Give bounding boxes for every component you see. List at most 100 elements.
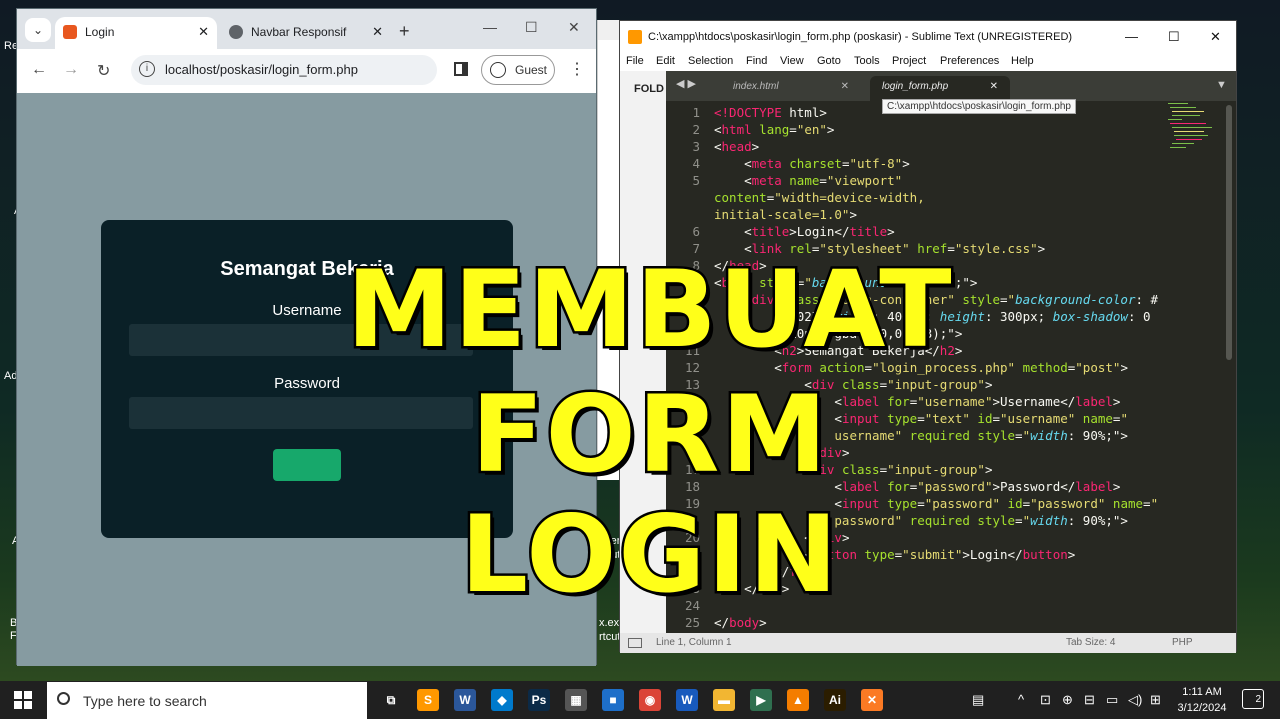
tab-login[interactable]: Login ✕ — [55, 17, 217, 49]
menu-goto[interactable]: Goto — [817, 55, 841, 67]
close-window-button[interactable]: ✕ — [1210, 29, 1221, 45]
code-line[interactable]: <meta name="viewport" — [714, 173, 902, 190]
line-number: 1 — [692, 105, 700, 120]
taskbar-app-6-icon[interactable]: ■ — [602, 689, 624, 711]
clock[interactable]: 1:11 AM 3/12/2024 — [1170, 684, 1234, 716]
taskbar-app-5-icon[interactable]: ▦ — [565, 689, 587, 711]
taskbar-search[interactable]: Type here to search — [47, 682, 367, 719]
taskbar-photoshop-icon[interactable]: Ps — [528, 689, 550, 711]
shortcut-label[interactable]: x.ex — [599, 617, 619, 629]
tray-icon[interactable]: ▭ — [1106, 692, 1118, 708]
tab-search-button[interactable]: ⌄ — [25, 18, 51, 42]
maximize-button[interactable]: ☐ — [1168, 29, 1180, 45]
back-button[interactable]: ← — [31, 61, 47, 79]
code-token: > — [759, 615, 767, 630]
taskbar-sublime-icon[interactable]: S — [417, 689, 439, 711]
forward-button[interactable]: → — [63, 61, 79, 79]
tray-icon[interactable]: ◁) — [1128, 692, 1142, 708]
clock-date: 3/12/2024 — [1177, 702, 1227, 714]
taskbar-word-icon[interactable]: W — [454, 689, 476, 711]
shortcut-label[interactable]: rtcut — [599, 631, 620, 643]
address-bar[interactable]: i localhost/poskasir/login_form.php — [131, 55, 437, 85]
tab-dropdown-icon[interactable]: ▼ — [1216, 79, 1227, 91]
taskbar-chrome-icon[interactable]: ◉ — [639, 689, 661, 711]
tab-index-html[interactable]: index.html ✕ — [721, 76, 861, 101]
tab-nav-arrows[interactable]: ◀ ▶ — [676, 77, 696, 90]
close-icon[interactable]: ✕ — [841, 76, 849, 98]
menu-help[interactable]: Help — [1011, 55, 1034, 67]
close-icon[interactable]: ✕ — [372, 17, 383, 47]
sublime-title: C:\xampp\htdocs\poskasir\login_form.php … — [648, 31, 1073, 43]
code-token: label — [1075, 394, 1113, 409]
code-token: " — [1007, 292, 1016, 307]
console-icon[interactable] — [628, 638, 642, 648]
tray-icon[interactable]: ▤ — [972, 692, 984, 708]
menu-view[interactable]: View — [780, 55, 804, 67]
code-line[interactable]: <head> — [714, 139, 759, 156]
code-line[interactable]: </body> — [714, 615, 767, 632]
code-token: "width=device-width, — [774, 190, 925, 205]
maximize-button[interactable]: ☐ — [525, 19, 538, 36]
taskbar: Type here to search ⧉ S W ◆ Ps ▦ ■ ◉ W ▬ ▶ ▲ Ai ✕ ▤ ^ ⊡… — [0, 681, 1280, 719]
taskbar-vlc-icon[interactable]: ▲ — [787, 689, 809, 711]
code-line[interactable]: <title>Login</title> — [714, 224, 895, 241]
menu-edit[interactable]: Edit — [656, 55, 675, 67]
code-token: " — [1150, 496, 1159, 511]
code-token: "viewport" — [826, 173, 903, 188]
code-token: < — [714, 122, 722, 137]
profile-button[interactable]: Guest — [481, 55, 555, 85]
tray-icon[interactable]: ⊕ — [1062, 692, 1073, 708]
tab-login-form-php[interactable]: login_form.php ✕ — [870, 76, 1010, 101]
taskbar-vscode-icon[interactable]: ◆ — [491, 689, 513, 711]
menu-tools[interactable]: Tools — [854, 55, 880, 67]
line-number: 2 — [692, 122, 700, 137]
code-token: > — [887, 224, 895, 239]
code-line[interactable]: <!DOCTYPE html> — [714, 105, 827, 122]
minimize-button[interactable]: — — [1125, 29, 1138, 44]
tray-icon[interactable]: ^ — [1018, 692, 1024, 707]
side-panel-icon[interactable] — [454, 62, 468, 76]
url-text[interactable]: localhost/poskasir/login_form.php — [165, 62, 358, 77]
syntax-mode[interactable]: PHP — [1172, 637, 1193, 648]
code-line[interactable]: <html lang="en"> — [714, 122, 834, 139]
code-token: > — [1112, 394, 1121, 409]
code-token: charset — [781, 156, 842, 171]
taskbar-illustrator-icon[interactable]: Ai — [824, 689, 846, 711]
code-token: : 90%;"> — [1067, 428, 1128, 443]
code-line[interactable]: <meta charset="utf-8"> — [714, 156, 910, 173]
close-icon[interactable]: ✕ — [990, 76, 998, 98]
tab-size[interactable]: Tab Size: 4 — [1066, 637, 1115, 648]
start-button[interactable] — [14, 691, 32, 709]
code-token: title — [751, 224, 790, 239]
minimize-button[interactable]: — — [483, 19, 497, 35]
scrollbar[interactable] — [1226, 105, 1232, 360]
taskbar-word-2-icon[interactable]: W — [676, 689, 698, 711]
taskbar-explorer-icon[interactable]: ▬ — [713, 689, 735, 711]
new-tab-button[interactable]: + — [399, 21, 410, 42]
tab-navbar-responsif[interactable]: Navbar Responsif ✕ — [221, 17, 391, 49]
taskbar-app-10-icon[interactable]: ▶ — [750, 689, 772, 711]
notification-center-icon[interactable]: 2 — [1242, 689, 1264, 709]
site-info-icon[interactable]: i — [139, 61, 155, 77]
reload-button[interactable]: ↻ — [97, 61, 110, 81]
code-token: " — [1120, 411, 1128, 426]
tray-icon[interactable]: ⊞ — [1150, 692, 1161, 708]
close-window-button[interactable]: ✕ — [568, 19, 580, 36]
menu-project[interactable]: Project — [892, 55, 926, 67]
menu-preferences[interactable]: Preferences — [940, 55, 999, 67]
taskbar-task-view-icon[interactable]: ⧉ — [380, 689, 402, 711]
taskbar-xampp-icon[interactable]: ✕ — [861, 689, 883, 711]
code-line[interactable]: initial-scale=1.0"> — [714, 207, 857, 224]
close-icon[interactable]: ✕ — [198, 17, 209, 47]
menu-find[interactable]: Find — [746, 55, 767, 67]
folders-label: FOLD — [620, 71, 666, 101]
minimap[interactable] — [1168, 101, 1224, 171]
code-token: "utf-8" — [849, 156, 903, 171]
tab-title: Login — [85, 25, 115, 39]
menu-selection[interactable]: Selection — [688, 55, 733, 67]
tray-icon[interactable]: ⊡ — [1040, 692, 1051, 708]
code-line[interactable]: content="width=device-width, — [714, 190, 925, 207]
tray-icon[interactable]: ⊟ — [1084, 692, 1095, 708]
menu-file[interactable]: File — [626, 55, 644, 67]
menu-icon[interactable]: ⋮ — [569, 59, 585, 79]
